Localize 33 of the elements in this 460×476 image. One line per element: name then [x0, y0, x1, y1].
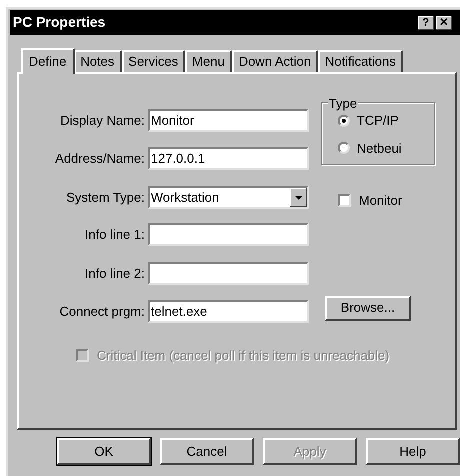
text-field[interactable] [148, 262, 309, 285]
checkbox[interactable] [338, 194, 351, 208]
field-label: Address/Name: [55, 150, 145, 168]
field-label: Info line 2: [85, 264, 145, 283]
dropdown-arrow-icon [294, 196, 302, 200]
tab[interactable]: Services [122, 50, 186, 72]
radio-label: TCP/IP [357, 112, 399, 130]
field-label: Display Name: [60, 112, 145, 130]
text-field[interactable]: 127.0.0.1 [148, 147, 309, 170]
text-field[interactable]: Monitor [148, 109, 309, 132]
radio-label: Netbeui [357, 140, 402, 158]
field-label: Info line 1: [85, 226, 145, 244]
tab[interactable]: Notes [74, 50, 122, 72]
dialog-button[interactable]: Cancel [160, 438, 254, 465]
window-title: PC Properties [13, 13, 106, 32]
text-field[interactable] [148, 223, 309, 246]
tab[interactable]: Notifications [318, 50, 404, 72]
tab[interactable]: Menu [185, 50, 232, 72]
checkbox-label: Critical Item (cancel poll if this item is unreachable) [97, 347, 390, 365]
checkbox-label: Monitor [359, 192, 402, 210]
radio-button[interactable] [338, 142, 350, 154]
help-button[interactable]: ? [418, 16, 434, 30]
browse-button[interactable]: Browse... [325, 296, 411, 320]
tab[interactable]: Define [21, 48, 75, 74]
dialog-button[interactable]: Help [366, 438, 460, 465]
radio-button[interactable] [338, 114, 350, 127]
text-field[interactable]: telnet.exe [148, 300, 309, 323]
system-type-dropdown[interactable]: Workstation [148, 186, 309, 209]
field-label: Connect prgm: [60, 302, 145, 321]
field-label: System Type: [66, 188, 145, 207]
close-button[interactable]: ✕ [436, 16, 452, 30]
dialog-button[interactable]: OK [57, 438, 151, 465]
tab[interactable]: Down Action [232, 50, 318, 72]
